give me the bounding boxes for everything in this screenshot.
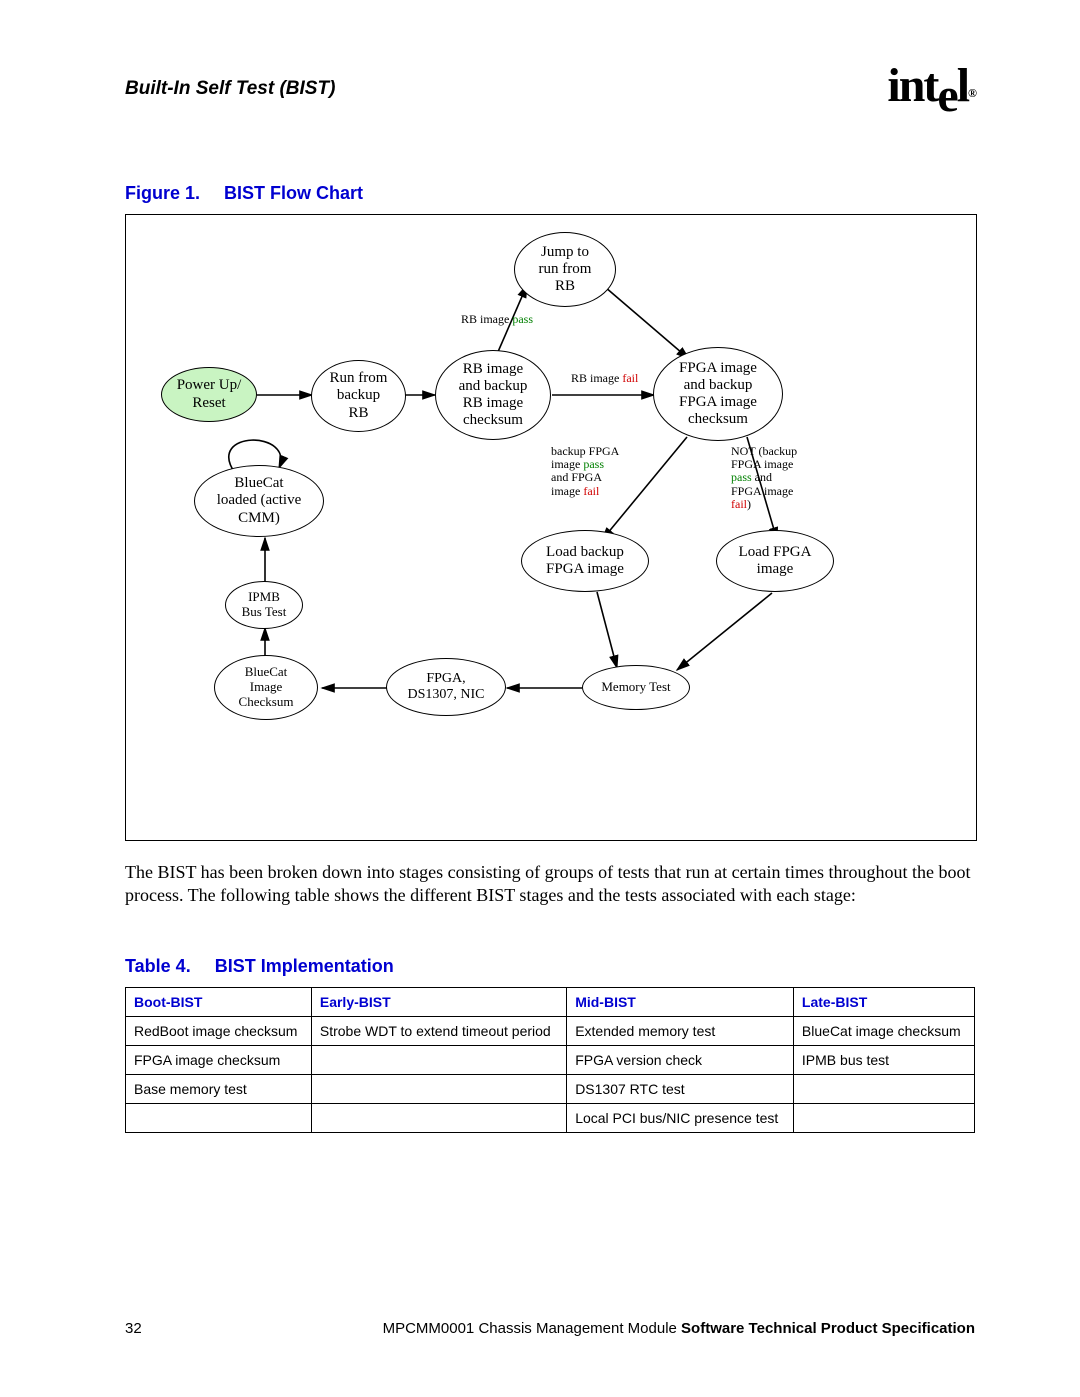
edge-branch-left: backup FPGA image pass and FPGA image fa… [551,445,641,498]
body-paragraph: The BIST has been broken down into stage… [125,861,975,906]
table-row: FPGA image checksum FPGA version check I… [126,1046,975,1075]
table-header: Early-BIST [311,988,566,1017]
node-fpga-ds: FPGA,DS1307, NIC [386,658,506,716]
node-power: Power Up/Reset [161,367,257,422]
table-title: BIST Implementation [215,956,394,976]
table-label: Table 4. [125,956,191,976]
section-title: Built-In Self Test (BIST) [125,78,335,100]
figure-label: Figure 1. [125,183,200,203]
edge-rb-fail: RB image fail [571,372,638,385]
node-rb-check: RB imageand backupRB imagechecksum [435,350,551,440]
node-ipmb: IPMBBus Test [225,581,303,629]
table-row: Base memory test DS1307 RTC test [126,1075,975,1104]
node-load-backup-fpga: Load backupFPGA image [521,530,649,592]
edge-branch-right: NOT (backup FPGA image pass and FPGA ima… [731,445,831,511]
table-header: Boot-BIST [126,988,312,1017]
node-load-fpga: Load FPGAimage [716,530,834,592]
figure-title: BIST Flow Chart [224,183,363,203]
node-jump: Jump torun fromRB [514,232,616,307]
flow-chart: Jump torun fromRB Power Up/Reset Run fro… [125,214,977,841]
table-row: Local PCI bus/NIC presence test [126,1104,975,1133]
intel-logo: intel® [887,58,975,113]
figure-caption: Figure 1. BIST Flow Chart [125,183,975,204]
table-caption: Table 4. BIST Implementation [125,956,975,977]
node-fpga-check: FPGA imageand backupFPGA imagechecksum [653,347,783,441]
node-bc-checksum: BlueCatImageChecksum [214,655,318,720]
footer-doc-title: MPCMM0001 Chassis Management Module Soft… [383,1320,975,1337]
page-footer: 32 MPCMM0001 Chassis Management Module S… [125,1320,975,1337]
table-header: Late-BIST [793,988,974,1017]
node-bluecat: BlueCatloaded (activeCMM) [194,465,324,537]
edge-rb-pass: RB image pass [461,313,533,326]
node-run-rb: Run frombackupRB [311,360,406,432]
page-header: Built-In Self Test (BIST) intel® [125,78,975,133]
node-memory-test: Memory Test [582,665,690,710]
table-header: Mid-BIST [567,988,794,1017]
page-number: 32 [125,1320,142,1337]
table-row: RedBoot image checksum Strobe WDT to ext… [126,1017,975,1046]
bist-table: Boot-BIST Early-BIST Mid-BIST Late-BIST … [125,987,975,1133]
